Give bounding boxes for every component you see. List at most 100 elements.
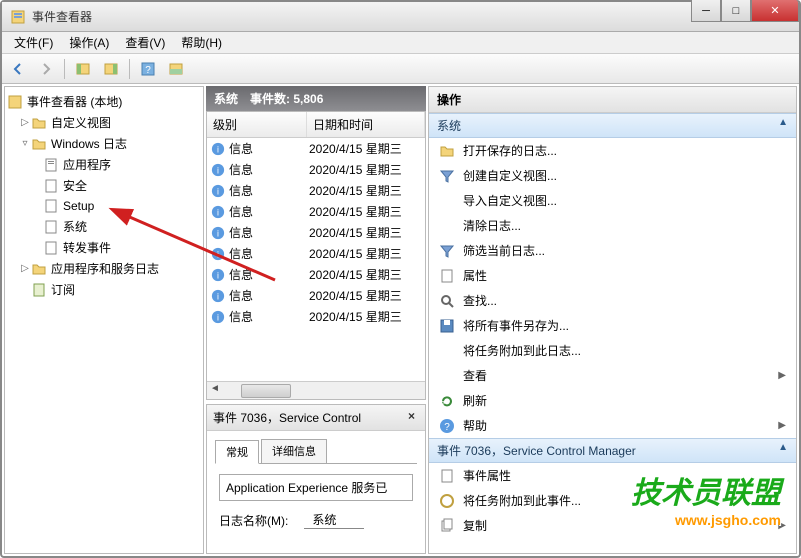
window-titlebar: 事件查看器 ─ □ ✕ [2, 2, 799, 32]
action-open-saved-log[interactable]: 打开保存的日志... [429, 138, 796, 163]
tab-details[interactable]: 详细信息 [261, 439, 327, 463]
action-import-custom-view[interactable]: 导入自定义视图... [429, 188, 796, 213]
clear-icon [439, 218, 455, 234]
action-attach-task-log[interactable]: 将任务附加到此日志... [429, 338, 796, 363]
show-hide-tree-button[interactable] [71, 57, 95, 81]
copy-icon [439, 518, 455, 534]
action-find[interactable]: 查找... [429, 288, 796, 313]
action-view[interactable]: 查看▶ [429, 363, 796, 388]
tree-custom-views[interactable]: ▷ 自定义视图 [7, 112, 201, 133]
refresh-icon [439, 393, 455, 409]
save-icon [439, 318, 455, 334]
table-row[interactable]: i信息2020/4/15 星期三 [207, 306, 425, 327]
menu-file[interactable]: 文件(F) [6, 32, 61, 53]
menu-help[interactable]: 帮助(H) [173, 32, 230, 53]
chevron-right-icon: ▶ [778, 520, 786, 531]
table-row[interactable]: i信息2020/4/15 星期三 [207, 264, 425, 285]
actions-section-event[interactable]: 事件 7036，Service Control Manager ▲ [429, 438, 796, 463]
actions-pane: 操作 系统 ▲ 打开保存的日志... 创建自定义视图... 导入自定义视图...… [428, 86, 797, 554]
back-button[interactable] [6, 57, 30, 81]
event-detail-pane: 事件 7036，Service Control × 常规 详细信息 Applic… [206, 404, 426, 554]
find-icon [439, 293, 455, 309]
horizontal-scrollbar[interactable]: ◄ [207, 381, 425, 399]
maximize-button[interactable]: □ [721, 0, 751, 22]
detail-close-button[interactable]: × [404, 409, 419, 426]
toolbar: ? [2, 54, 799, 84]
event-message: Application Experience 服务已 [219, 474, 413, 501]
chevron-right-icon: ▶ [778, 420, 786, 431]
help-button[interactable]: ? [136, 57, 160, 81]
close-button[interactable]: ✕ [751, 0, 799, 22]
table-row[interactable]: i信息2020/4/15 星期三 [207, 159, 425, 180]
table-row[interactable]: i信息2020/4/15 星期三 [207, 285, 425, 306]
subscriptions-icon [31, 282, 47, 298]
task-icon [439, 343, 455, 359]
svg-text:?: ? [145, 65, 151, 76]
task-icon [439, 493, 455, 509]
forward-button[interactable] [34, 57, 58, 81]
preview-button[interactable] [164, 57, 188, 81]
event-viewer-icon [7, 94, 23, 110]
properties-icon [439, 268, 455, 284]
navigation-tree: 事件查看器 (本地) ▷ 自定义视图 ▿ Windows 日志 应用程序 安全 … [4, 86, 204, 554]
svg-text:i: i [217, 249, 219, 259]
menubar: 文件(F) 操作(A) 查看(V) 帮助(H) [2, 32, 799, 54]
action-save-all-events[interactable]: 将所有事件另存为... [429, 313, 796, 338]
action-properties[interactable]: 属性 [429, 263, 796, 288]
events-table: 级别 日期和时间 i信息2020/4/15 星期三i信息2020/4/15 星期… [206, 111, 426, 400]
svg-text:i: i [217, 291, 219, 301]
svg-text:?: ? [444, 422, 450, 433]
tree-forwarded[interactable]: 转发事件 [7, 237, 201, 258]
menu-view[interactable]: 查看(V) [117, 32, 173, 53]
svg-text:i: i [217, 186, 219, 196]
log-icon [43, 219, 59, 235]
detail-title: 事件 7036，Service Control [213, 409, 361, 426]
action-create-custom-view[interactable]: 创建自定义视图... [429, 163, 796, 188]
action-clear-log[interactable]: 清除日志... [429, 213, 796, 238]
detail-header: 事件 7036，Service Control × [207, 405, 425, 431]
tree-system[interactable]: 系统 [7, 216, 201, 237]
col-level[interactable]: 级别 [207, 112, 307, 137]
action-copy[interactable]: 复制▶ [429, 513, 796, 538]
folder-icon [31, 115, 47, 131]
action-event-properties[interactable]: 事件属性 [429, 463, 796, 488]
table-row[interactable]: i信息2020/4/15 星期三 [207, 222, 425, 243]
help-icon: ? [439, 418, 455, 434]
window-title: 事件查看器 [32, 8, 691, 25]
action-filter-log[interactable]: 筛选当前日志... [429, 238, 796, 263]
actions-section-system[interactable]: 系统 ▲ [429, 113, 796, 138]
action-help[interactable]: ?帮助▶ [429, 413, 796, 438]
filter-icon [439, 168, 455, 184]
tree-setup[interactable]: Setup [7, 196, 201, 216]
chevron-up-icon: ▲ [778, 442, 788, 459]
table-row[interactable]: i信息2020/4/15 星期三 [207, 201, 425, 222]
svg-text:i: i [217, 207, 219, 217]
tree-apps-services[interactable]: ▷ 应用程序和服务日志 [7, 258, 201, 279]
tree-windows-logs[interactable]: ▿ Windows 日志 [7, 133, 201, 154]
open-icon [439, 143, 455, 159]
chevron-up-icon: ▲ [778, 117, 788, 134]
show-hide-action-button[interactable] [99, 57, 123, 81]
action-attach-task-event[interactable]: 将任务附加到此事件... [429, 488, 796, 513]
minimize-button[interactable]: ─ [691, 0, 721, 22]
tree-application[interactable]: 应用程序 [7, 154, 201, 175]
events-pane: 系统 事件数: 5,806 级别 日期和时间 i信息2020/4/15 星期三i… [206, 86, 426, 554]
properties-icon [439, 468, 455, 484]
svg-text:i: i [217, 270, 219, 280]
tree-root[interactable]: 事件查看器 (本地) [7, 91, 201, 112]
col-datetime[interactable]: 日期和时间 [307, 112, 425, 137]
tab-general[interactable]: 常规 [215, 440, 259, 464]
action-refresh[interactable]: 刷新 [429, 388, 796, 413]
table-row[interactable]: i信息2020/4/15 星期三 [207, 138, 425, 159]
log-name: 系统 [214, 90, 238, 107]
svg-text:i: i [217, 312, 219, 322]
table-row[interactable]: i信息2020/4/15 星期三 [207, 243, 425, 264]
table-row[interactable]: i信息2020/4/15 星期三 [207, 180, 425, 201]
tree-subscriptions[interactable]: 订阅 [7, 279, 201, 300]
chevron-right-icon: ▶ [778, 370, 786, 381]
menu-action[interactable]: 操作(A) [61, 32, 117, 53]
log-icon [43, 198, 59, 214]
tree-security[interactable]: 安全 [7, 175, 201, 196]
svg-text:i: i [217, 165, 219, 175]
svg-text:i: i [217, 144, 219, 154]
